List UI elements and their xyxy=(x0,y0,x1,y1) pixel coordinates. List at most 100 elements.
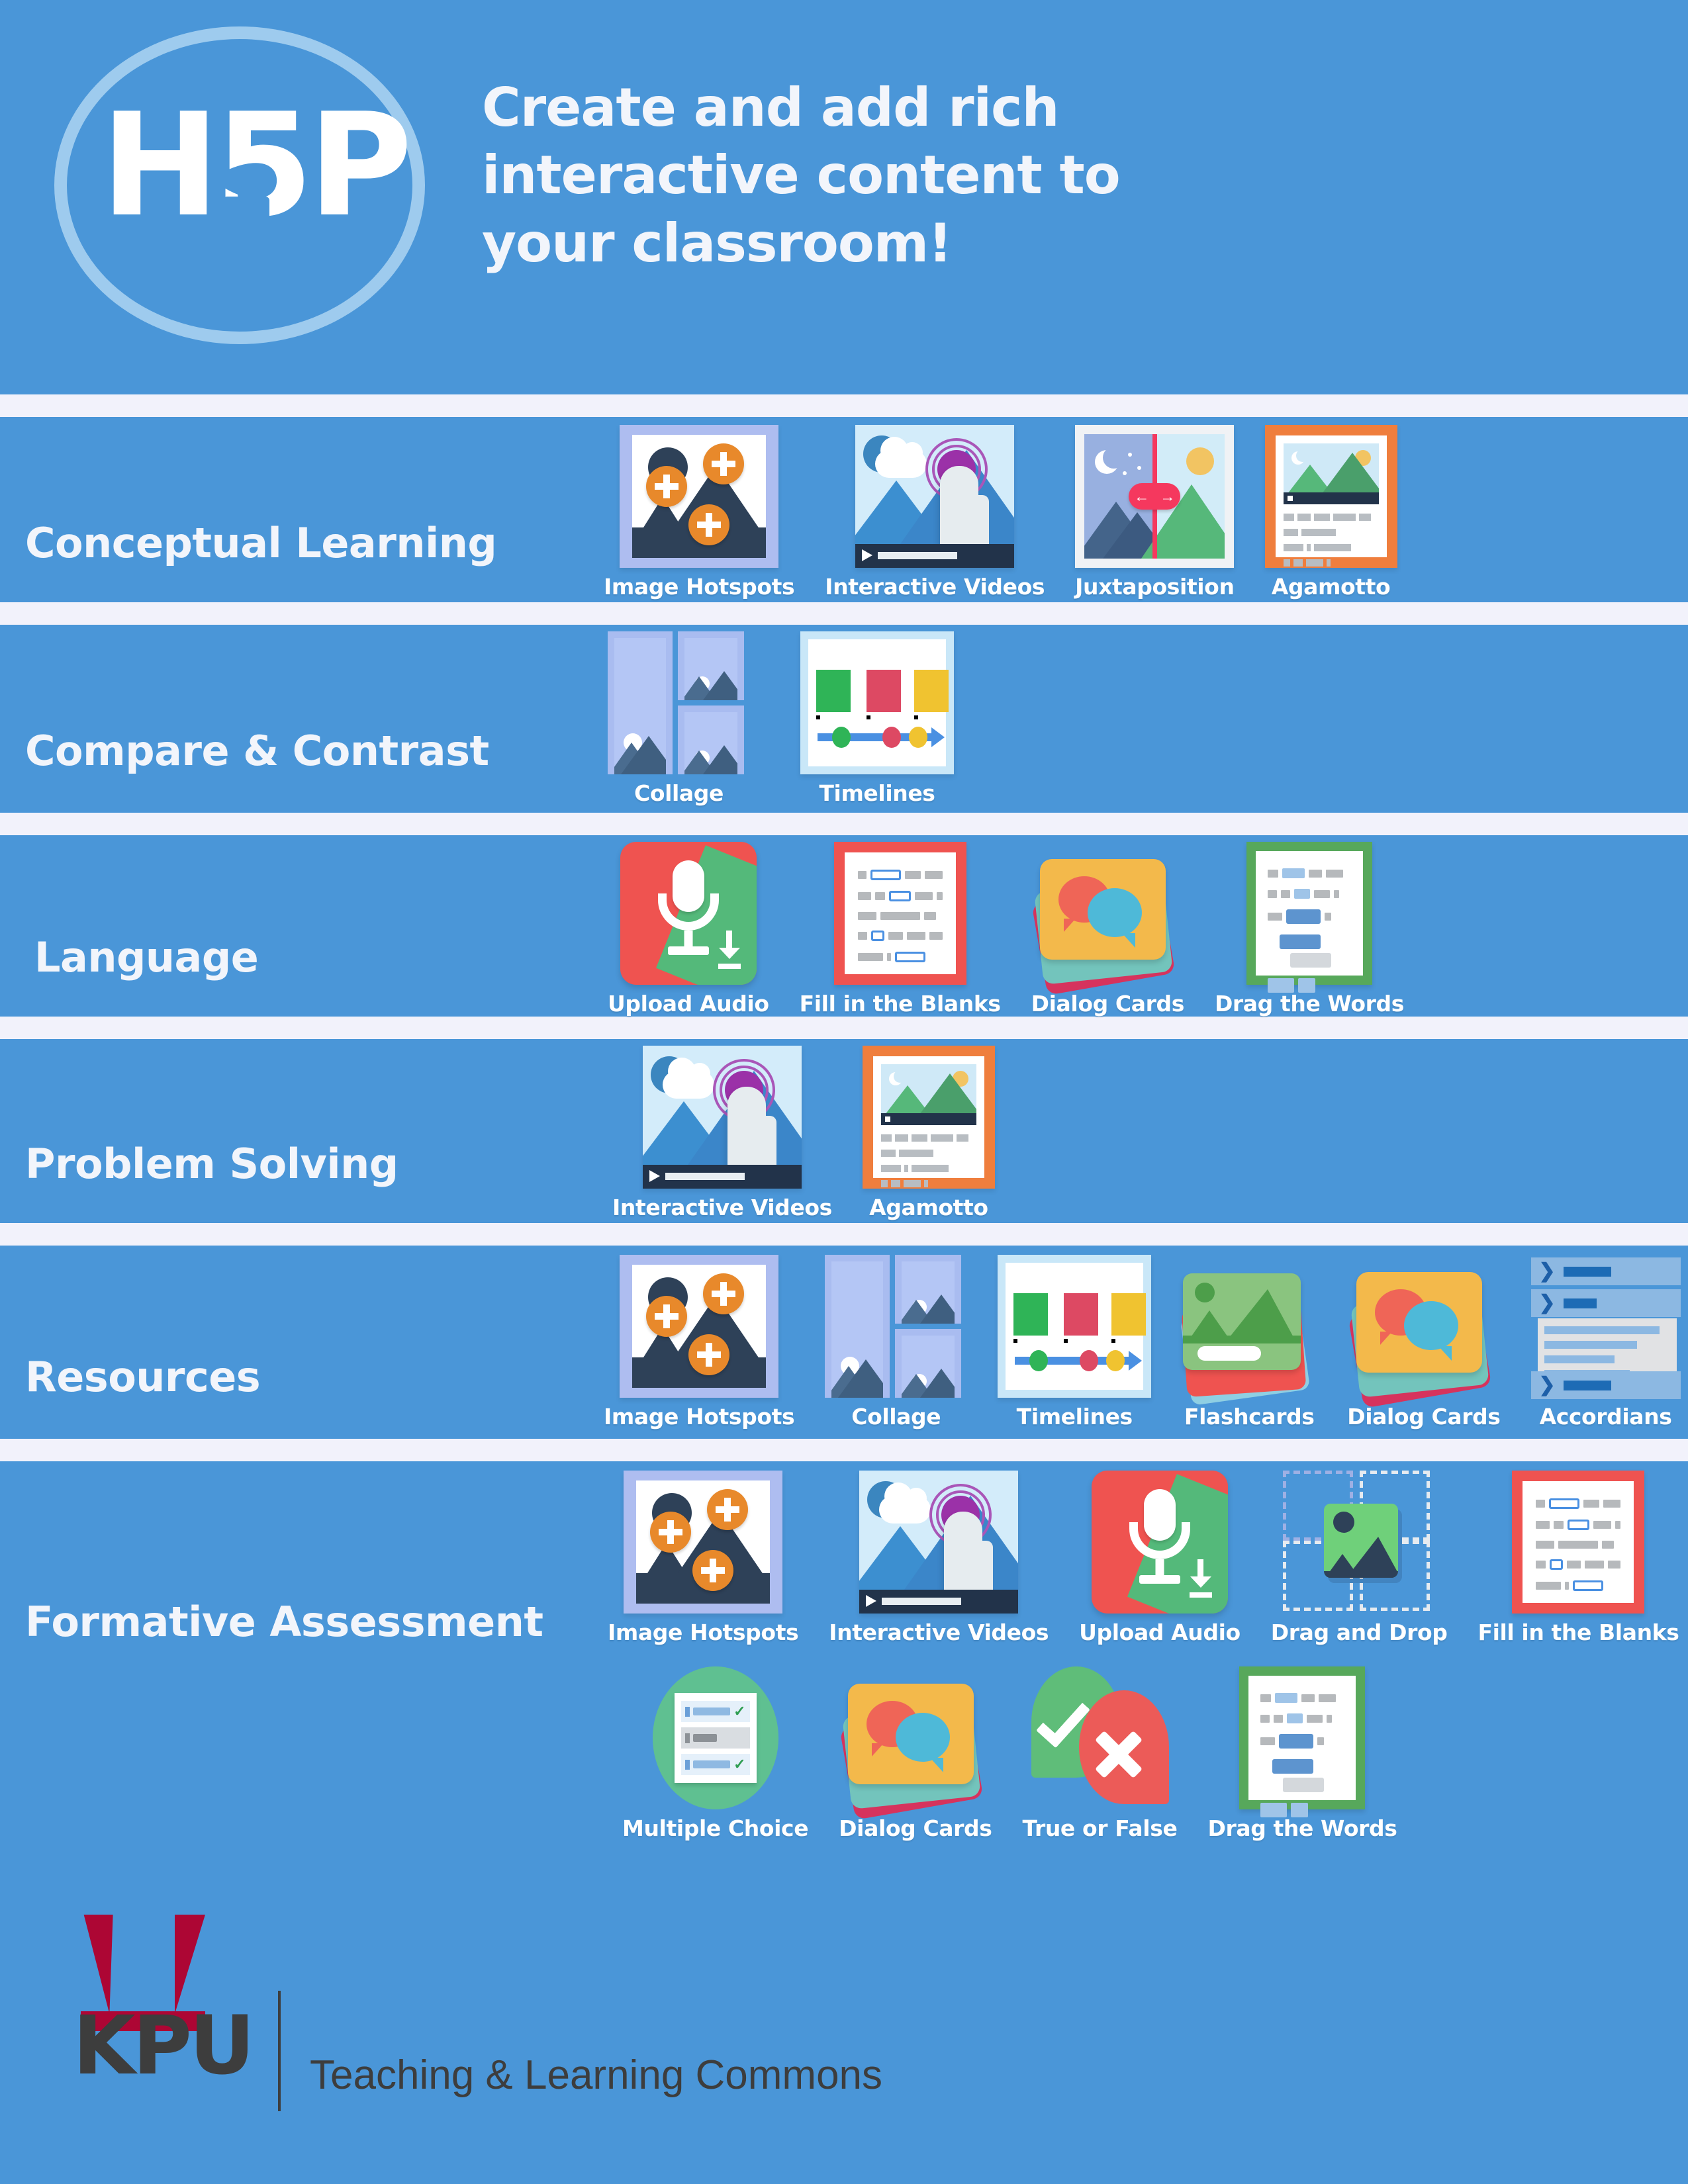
interactive-videos-icon xyxy=(859,1471,1019,1614)
tile-dialog-cards[interactable]: Dialog Cards xyxy=(1347,1272,1501,1430)
tile-interactive-videos[interactable]: Interactive Videos xyxy=(829,1471,1049,1645)
upload-audio-icon xyxy=(620,842,757,985)
row-resources: Resources Image Hotspots Collage Timelin… xyxy=(0,1246,1688,1439)
timelines-icon xyxy=(800,631,954,774)
kpu-divider xyxy=(278,1991,281,2111)
agamotto-icon xyxy=(862,1046,995,1189)
collage-icon xyxy=(608,631,750,774)
row-conceptual-learning: Conceptual Learning Image Hotspots Inter… xyxy=(0,417,1688,602)
tile-label: Fill in the Blanks xyxy=(799,991,1001,1017)
interactive-videos-icon xyxy=(642,1046,802,1189)
true-or-false-icon xyxy=(1030,1666,1170,1809)
tile-label: Flashcards xyxy=(1184,1404,1315,1430)
row-title: Problem Solving xyxy=(25,1140,399,1188)
tile-juxtaposition[interactable]: ← → Juxtaposition xyxy=(1075,425,1235,600)
tile-label: Drag and Drop xyxy=(1270,1619,1448,1645)
dialog-cards-icon xyxy=(1348,1272,1495,1408)
row-title: Language xyxy=(34,933,259,981)
tile-timelines[interactable]: Timelines xyxy=(998,1255,1152,1430)
tile-collage[interactable]: Collage xyxy=(825,1255,967,1430)
tile-agamotto[interactable]: Agamotto xyxy=(1264,425,1397,600)
tile-label: Interactive Videos xyxy=(825,574,1045,600)
row-title: Formative Assessment xyxy=(25,1598,543,1646)
tile-fill-in-the-blanks[interactable]: Fill in the Blanks xyxy=(1477,1471,1679,1645)
tile-label: Drag the Words xyxy=(1214,991,1404,1017)
tile-image-hotspots[interactable]: Image Hotspots xyxy=(604,1255,795,1430)
tile-interactive-videos[interactable]: Interactive Videos xyxy=(612,1046,832,1220)
tile-timelines[interactable]: Timelines xyxy=(800,631,954,806)
headline-line-1: Create and add rich xyxy=(482,77,1059,138)
tile-accordians[interactable]: ❯ ❯ ❯ Accordians xyxy=(1530,1257,1681,1430)
row-separator xyxy=(0,1439,1688,1461)
row-title: Conceptual Learning xyxy=(25,519,497,567)
tile-label: Interactive Videos xyxy=(829,1619,1049,1645)
tile-upload-audio[interactable]: Upload Audio xyxy=(608,842,769,1017)
tile-label: Image Hotspots xyxy=(604,574,795,600)
tile-flashcards[interactable]: Flashcards xyxy=(1180,1272,1317,1430)
tile-dialog-cards[interactable]: Dialog Cards xyxy=(1031,859,1184,1017)
tile-true-or-false[interactable]: True or False xyxy=(1022,1666,1178,1841)
row-language: Language Upload Audio Fill in the Blanks… xyxy=(0,835,1688,1017)
fill-in-the-blanks-icon xyxy=(1512,1471,1645,1614)
tile-label: Drag the Words xyxy=(1207,1815,1397,1841)
collage-icon xyxy=(825,1255,967,1398)
drag-and-drop-icon xyxy=(1283,1471,1435,1614)
image-hotspots-icon xyxy=(620,425,779,568)
tile-drag-the-words[interactable]: Drag the Words xyxy=(1215,842,1404,1017)
tile-image-hotspots[interactable]: Image Hotspots xyxy=(608,1471,799,1645)
row-compare-contrast: Compare & Contrast Collage Timelines xyxy=(0,625,1688,813)
headline-line-3: your classroom! xyxy=(482,212,953,274)
upload-audio-icon xyxy=(1091,1471,1228,1614)
tile-drag-the-words[interactable]: Drag the Words xyxy=(1207,1666,1397,1841)
drag-the-words-icon xyxy=(1239,1666,1366,1817)
juxtaposition-icon: ← → xyxy=(1075,425,1235,568)
tile-label: Fill in the Blanks xyxy=(1477,1619,1679,1645)
tile-label: Agamotto xyxy=(1271,574,1391,600)
tile-label: Dialog Cards xyxy=(1347,1404,1501,1430)
tile-label: Interactive Videos xyxy=(612,1195,832,1220)
tile-label: True or False xyxy=(1022,1815,1178,1841)
tile-label: Image Hotspots xyxy=(608,1619,799,1645)
infographic-page: H5P Create and add rich interactive cont… xyxy=(0,0,1688,2184)
row-separator xyxy=(0,394,1688,417)
row-title: Resources xyxy=(25,1353,261,1401)
dialog-cards-icon xyxy=(1031,859,1179,995)
footer: KPU Teaching & Learning Commons xyxy=(0,1853,1688,2184)
h5p-puzzle-icon xyxy=(223,183,269,223)
page-title: Create and add rich interactive content … xyxy=(482,74,1409,277)
tile-collage[interactable]: Collage xyxy=(608,631,750,806)
tile-image-hotspots[interactable]: Image Hotspots xyxy=(604,425,795,600)
kpu-wordmark: KPU xyxy=(73,1999,255,2093)
drag-the-words-icon xyxy=(1246,842,1372,993)
row-separator xyxy=(0,1017,1688,1039)
tile-label: Agamotto xyxy=(869,1195,988,1220)
header-banner: H5P Create and add rich interactive cont… xyxy=(0,0,1688,394)
tile-drag-and-drop[interactable]: Drag and Drop xyxy=(1271,1471,1448,1645)
image-hotspots-icon xyxy=(624,1471,783,1614)
flashcards-icon xyxy=(1180,1272,1317,1406)
tile-dialog-cards[interactable]: Dialog Cards xyxy=(839,1684,992,1841)
tile-label: Dialog Cards xyxy=(1031,991,1185,1017)
image-hotspots-icon xyxy=(620,1255,779,1398)
tile-agamotto[interactable]: Agamotto xyxy=(862,1046,995,1220)
tile-interactive-videos[interactable]: Interactive Videos xyxy=(825,425,1045,600)
tile-label: Timelines xyxy=(1016,1404,1133,1430)
tile-label: Dialog Cards xyxy=(839,1815,992,1841)
row-separator xyxy=(0,1223,1688,1246)
tile-label: Collage xyxy=(634,780,724,806)
tile-label: Upload Audio xyxy=(608,991,769,1017)
row-problem-solving: Problem Solving Interactive Videos Agamo… xyxy=(0,1039,1688,1223)
tile-fill-in-the-blanks[interactable]: Fill in the Blanks xyxy=(800,842,1001,1017)
row-separator xyxy=(0,813,1688,835)
kpu-tagline: Teaching & Learning Commons xyxy=(310,2052,883,2098)
row-formative-assessment: Formative Assessment Image Hotspots Inte… xyxy=(0,1461,1688,1853)
accordion-icon: ❯ ❯ ❯ xyxy=(1530,1257,1681,1399)
tile-upload-audio[interactable]: Upload Audio xyxy=(1079,1471,1241,1645)
h5p-logo: H5P xyxy=(28,15,425,359)
dialog-cards-icon xyxy=(839,1684,987,1820)
fill-in-the-blanks-icon xyxy=(833,842,966,985)
tile-multiple-choice[interactable]: ✓ ✓ Multiple Choice xyxy=(622,1666,809,1841)
tile-label: Image Hotspots xyxy=(604,1404,795,1430)
agamotto-icon xyxy=(1264,425,1397,568)
tile-label: Upload Audio xyxy=(1079,1619,1241,1645)
